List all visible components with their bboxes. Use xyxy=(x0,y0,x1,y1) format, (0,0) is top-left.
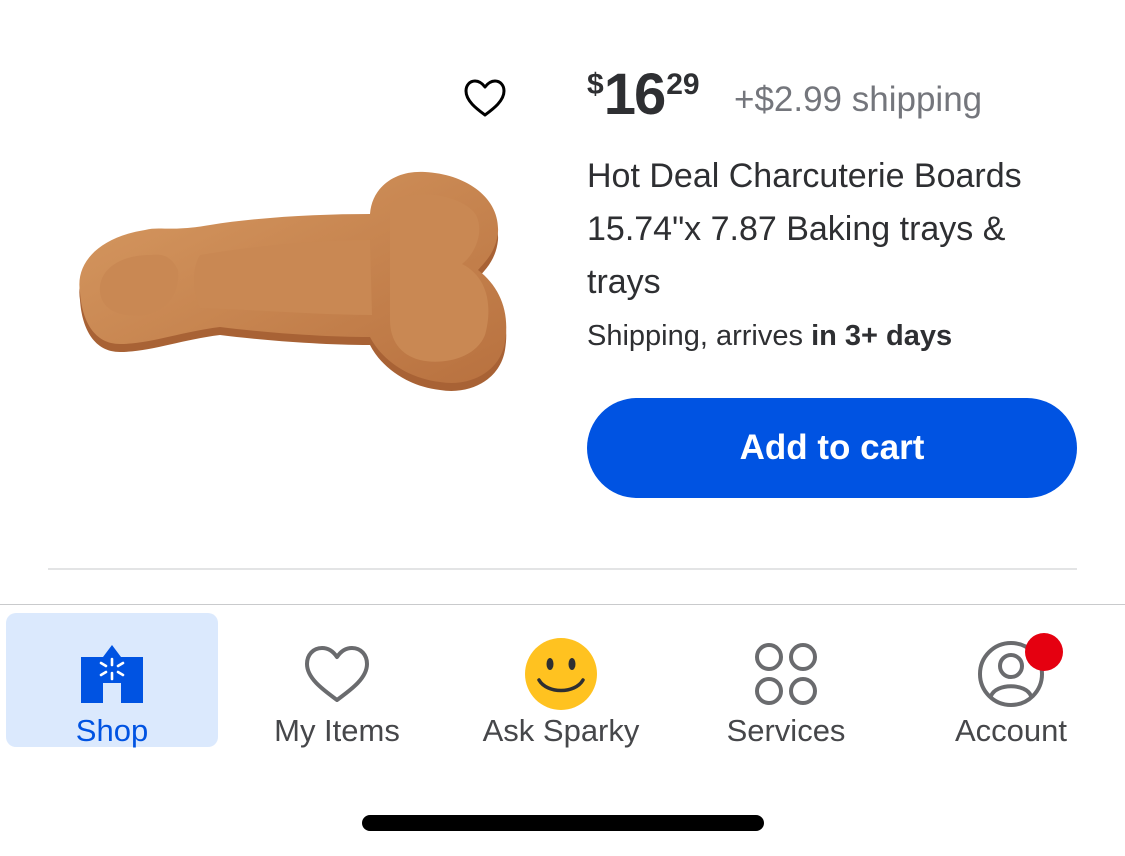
tab-label: Services xyxy=(726,713,846,748)
delivery-info: Shipping, arrives in 3+ days xyxy=(587,320,952,353)
tab-label: Account xyxy=(954,713,1067,748)
price-currency: $ xyxy=(587,68,604,101)
notification-badge xyxy=(1025,633,1063,671)
tab-label: Ask Sparky xyxy=(482,713,640,748)
price-dollars: 16 xyxy=(603,62,666,127)
tab-label: My Items xyxy=(274,713,400,748)
add-to-cart-button[interactable]: Add to cart xyxy=(587,398,1077,498)
delivery-prefix: Shipping, arrives xyxy=(587,320,812,352)
shop-icon xyxy=(81,645,143,703)
divider xyxy=(48,568,1077,570)
tab-my-items[interactable]: My Items xyxy=(231,613,443,748)
smiley-face-icon xyxy=(525,638,597,710)
product-price: $ 16 29 xyxy=(587,60,700,130)
product-image[interactable] xyxy=(60,160,530,410)
heart-outline-icon xyxy=(464,79,506,117)
tab-services[interactable]: Services xyxy=(680,613,892,748)
price-cents: 29 xyxy=(666,68,700,101)
tab-ask-sparky[interactable]: Ask Sparky xyxy=(455,613,667,748)
tab-account[interactable]: Account xyxy=(905,613,1117,748)
home-indicator[interactable] xyxy=(362,815,764,831)
product-title[interactable]: Hot Deal Charcuterie Boards 15.74"x 7.87… xyxy=(587,150,1087,309)
shipping-fee: +$2.99 shipping xyxy=(734,80,983,119)
four-circles-icon xyxy=(755,643,817,705)
favorite-button[interactable] xyxy=(460,74,510,124)
delivery-emphasis: in 3+ days xyxy=(811,320,953,352)
heart-outline-icon xyxy=(305,646,369,702)
tab-label: Shop xyxy=(75,713,149,748)
tab-shop[interactable]: Shop xyxy=(6,613,218,748)
